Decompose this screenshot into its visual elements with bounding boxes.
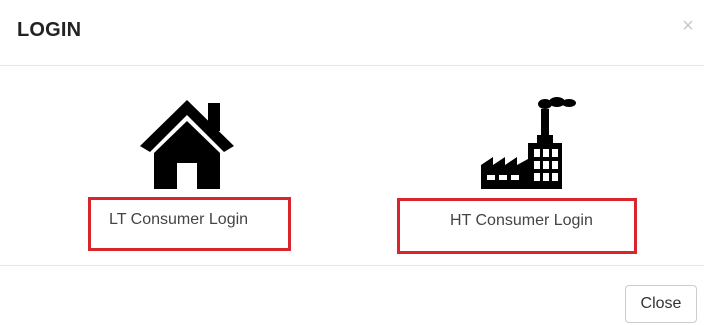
close-icon[interactable]: × <box>681 15 695 37</box>
modal-body: LT Consumer Login HT Consumer Login <box>0 66 704 266</box>
modal-header: LOGIN × <box>0 0 704 66</box>
lt-consumer-login-label: LT Consumer Login <box>109 211 249 228</box>
lt-consumer-login-button[interactable]: LT Consumer Login <box>88 197 291 251</box>
login-modal: LOGIN × LT Consumer Login HT Consumer Lo… <box>0 0 704 325</box>
factory-icon <box>481 97 576 189</box>
house-icon <box>140 100 234 189</box>
modal-title: LOGIN <box>17 19 82 41</box>
modal-footer: Close <box>0 266 704 325</box>
ht-consumer-login-button[interactable]: HT Consumer Login <box>397 198 637 254</box>
close-button[interactable]: Close <box>625 285 697 323</box>
ht-consumer-login-label: HT Consumer Login <box>450 212 593 229</box>
